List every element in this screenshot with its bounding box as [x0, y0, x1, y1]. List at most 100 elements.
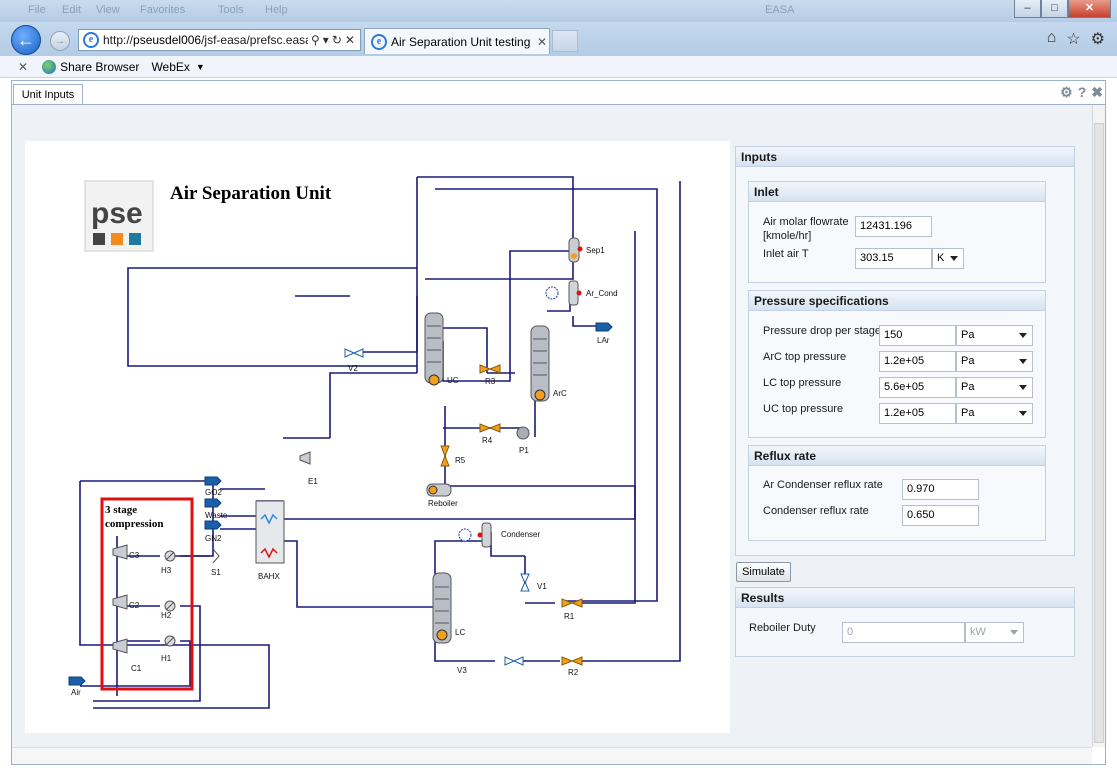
- dropdown-icon[interactable]: ▾: [323, 33, 329, 47]
- browser-tab[interactable]: e Air Separation Unit testing ... ✕: [364, 28, 550, 54]
- ghost-menu-tools: Tools: [218, 4, 244, 16]
- ar-cond-drum[interactable]: [545, 280, 582, 306]
- valve-icons[interactable]: [440, 364, 583, 666]
- air-flow-label-1: Air molar flowrate: [763, 216, 849, 228]
- pse-logo: pse: [84, 180, 154, 252]
- favorites-bar: ✕ Share Browser WebEx ▼: [0, 56, 1117, 78]
- ghost-window-title: EASA: [765, 4, 795, 16]
- results-header: Results: [736, 588, 1074, 608]
- expander-e1[interactable]: [299, 451, 311, 465]
- ar-reflux-label: Ar Condenser reflux rate: [763, 479, 883, 491]
- maximize-button[interactable]: □: [1041, 0, 1068, 18]
- reboiler-duty-unit-select[interactable]: kW: [965, 622, 1024, 643]
- gear-icon[interactable]: ⚙: [1060, 84, 1073, 101]
- air-t-input[interactable]: 303.15: [855, 248, 932, 269]
- svg-text:Air: Air: [71, 688, 81, 697]
- uc-top-pressure-input[interactable]: 1.2e+05: [879, 403, 956, 424]
- home-icon[interactable]: ⌂: [1047, 29, 1057, 49]
- favorites-star-icon[interactable]: ☆: [1066, 29, 1080, 49]
- browser-titlebar: File Edit View Favorites Tools Help EASA…: [0, 0, 1117, 22]
- tools-gear-icon[interactable]: ⚙: [1091, 29, 1105, 49]
- lc-top-pressure-unit-select[interactable]: Pa: [956, 377, 1033, 398]
- lc-top-pressure-input[interactable]: 5.6e+05: [879, 377, 956, 398]
- pressure-drop-input[interactable]: 150: [879, 325, 956, 346]
- ar-reflux-input[interactable]: 0.970: [902, 479, 979, 500]
- favbar-close-icon[interactable]: ✕: [18, 60, 28, 74]
- svg-text:H1: H1: [161, 654, 172, 663]
- search-icon[interactable]: ⚲: [311, 33, 320, 47]
- webex-chevron-down-icon[interactable]: ▼: [196, 62, 205, 72]
- arc-top-pressure-unit-select[interactable]: Pa: [956, 351, 1033, 372]
- air-t-unit-select[interactable]: K: [932, 248, 964, 269]
- horizontal-scrollbar[interactable]: [12, 747, 1092, 764]
- share-browser-link[interactable]: Share Browser: [60, 60, 139, 74]
- ghost-menu-edit: Edit: [62, 4, 81, 16]
- reboiler-duty-label: Reboiler Duty: [749, 622, 816, 634]
- svg-text:LAr: LAr: [597, 336, 610, 345]
- condenser-reflux-input[interactable]: 0.650: [902, 505, 979, 526]
- svg-text:P1: P1: [519, 446, 529, 455]
- svg-text:Reboiler: Reboiler: [428, 499, 458, 508]
- address-bar[interactable]: e http://pseusdel006/jsf-easa/prefsc.eas…: [78, 29, 361, 51]
- air-t-label: Inlet air T: [763, 248, 809, 260]
- lc-top-pressure-label: LC top pressure: [763, 377, 842, 389]
- url-text[interactable]: http://pseusdel006/jsf-easa/prefsc.easa: [103, 33, 308, 47]
- svg-text:R2: R2: [568, 668, 579, 677]
- pump-p1[interactable]: [516, 426, 530, 440]
- svg-text:V2: V2: [348, 364, 358, 373]
- reboiler-unit[interactable]: [426, 483, 452, 497]
- heat-exchanger-bahx[interactable]: [255, 500, 285, 564]
- inlet-header: Inlet: [749, 182, 1045, 202]
- scrollbar-thumb[interactable]: [1094, 123, 1104, 743]
- ie-tab-icon: e: [371, 33, 387, 50]
- svg-text:H2: H2: [161, 611, 172, 620]
- svg-text:Ar_Cond: Ar_Cond: [586, 289, 618, 298]
- tab-close-icon[interactable]: ✕: [537, 35, 547, 49]
- ghost-menu-help: Help: [265, 4, 288, 16]
- refresh-icon[interactable]: ↻: [332, 33, 342, 47]
- svg-text:Sep1: Sep1: [586, 246, 605, 255]
- pressure-header: Pressure specifications: [749, 291, 1045, 311]
- stream-lines: [79, 176, 681, 709]
- column-uc[interactable]: [424, 312, 444, 386]
- diagram-title: Air Separation Unit: [170, 183, 332, 204]
- uc-top-pressure-label: UC top pressure: [763, 403, 844, 415]
- vertical-scrollbar[interactable]: [1092, 105, 1105, 747]
- back-button[interactable]: ←: [11, 25, 41, 55]
- svg-text:H3: H3: [161, 566, 172, 575]
- forward-button[interactable]: →: [50, 31, 70, 51]
- tab-title: Air Separation Unit testing ...: [391, 34, 531, 49]
- column-arc[interactable]: [530, 325, 550, 402]
- svg-text:E1: E1: [308, 477, 318, 486]
- help-icon[interactable]: ?: [1078, 84, 1087, 101]
- arc-top-pressure-input[interactable]: 1.2e+05: [879, 351, 956, 372]
- svg-text:R5: R5: [455, 456, 466, 465]
- separator-sep1[interactable]: [568, 237, 583, 263]
- reflux-section: Reflux rate: [748, 445, 1046, 541]
- arc-top-pressure-label: ArC top pressure: [763, 351, 847, 363]
- condenser-drum[interactable]: [458, 522, 492, 548]
- column-lc[interactable]: [432, 572, 452, 644]
- compressors[interactable]: [112, 544, 128, 654]
- pressure-drop-unit-select[interactable]: Pa: [956, 325, 1033, 346]
- minimize-button[interactable]: –: [1014, 0, 1041, 18]
- air-flow-input[interactable]: 12431.196: [855, 216, 932, 237]
- splitter-s1[interactable]: [212, 548, 220, 564]
- close-icon[interactable]: ✖: [1091, 84, 1103, 101]
- svg-text:C3: C3: [129, 551, 140, 560]
- ghost-menu-view: View: [96, 4, 120, 16]
- stop-icon[interactable]: ✕: [345, 33, 355, 47]
- webex-link[interactable]: WebEx: [151, 60, 189, 74]
- simulate-button[interactable]: Simulate: [736, 562, 791, 582]
- svg-text:C2: C2: [129, 601, 140, 610]
- svg-text:C1: C1: [131, 664, 142, 673]
- new-tab-button[interactable]: [552, 30, 578, 52]
- uc-top-pressure-unit-select[interactable]: Pa: [956, 403, 1033, 424]
- svg-text:V1: V1: [537, 582, 547, 591]
- reflux-header: Reflux rate: [749, 446, 1045, 466]
- pressure-drop-label: Pressure drop per stage: [763, 325, 882, 337]
- close-window-button[interactable]: ✕: [1068, 0, 1111, 18]
- tab-unit-inputs[interactable]: Unit Inputs: [13, 84, 83, 104]
- svg-text:GN2: GN2: [205, 534, 222, 543]
- logo-text: pse: [91, 197, 143, 230]
